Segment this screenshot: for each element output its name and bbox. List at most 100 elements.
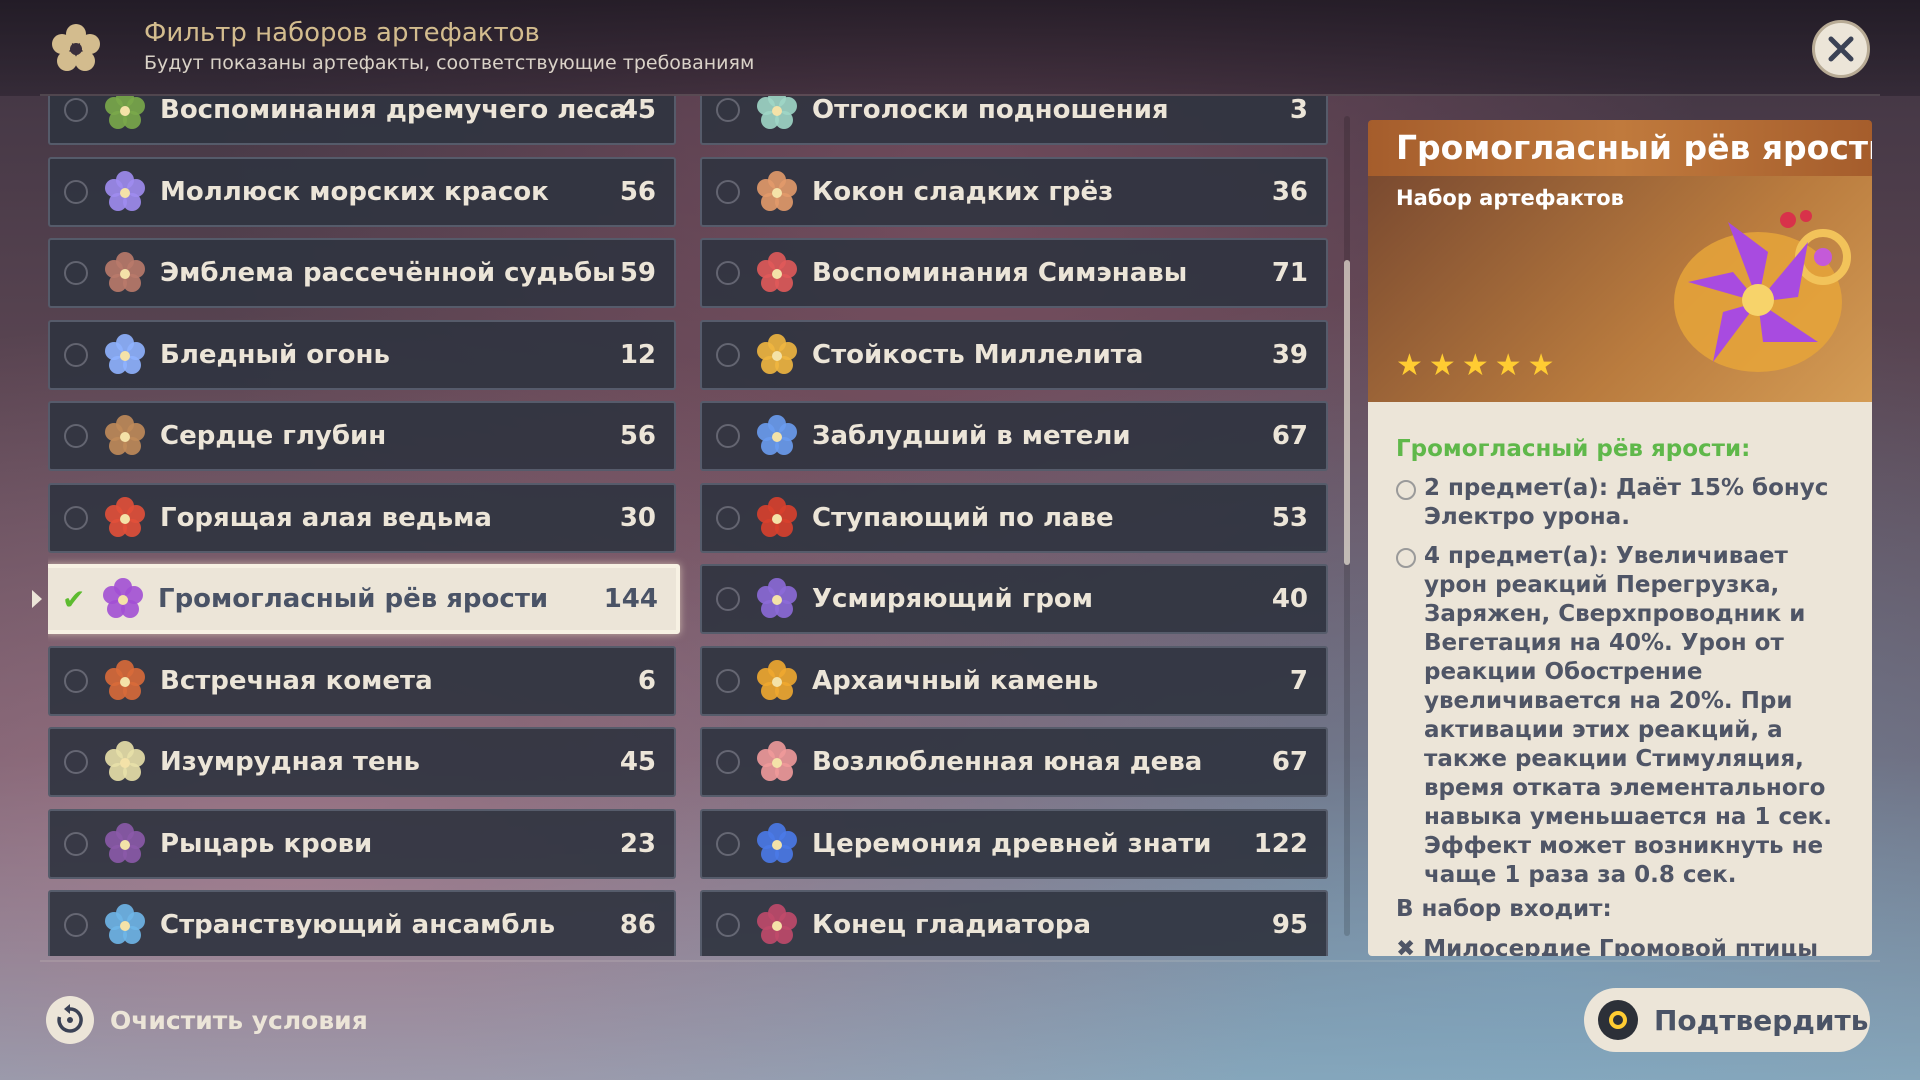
- selection-arrow-icon: [32, 590, 42, 608]
- bonus-4-text: 4 предмет(а): Увеличивает урон реакций П…: [1424, 543, 1833, 888]
- scrollbar-thumb[interactable]: [1344, 260, 1350, 565]
- select-radio[interactable]: [64, 98, 88, 122]
- page-subtitle: Будут показаны артефакты, соответствующи…: [144, 52, 755, 74]
- husk-flower-icon: [754, 169, 800, 215]
- select-radio[interactable]: [716, 505, 740, 530]
- set-row[interactable]: Сердце глубин 56: [48, 401, 676, 471]
- bonus-bullet-icon: [1396, 480, 1416, 500]
- set-name: Сердце глубин: [160, 421, 387, 451]
- select-radio[interactable]: [716, 750, 740, 774]
- set-name: Громогласный рёв ярости: [158, 584, 549, 614]
- select-radio[interactable]: [716, 424, 740, 448]
- set-count: 6: [637, 665, 656, 696]
- pale-flame-flower-icon: [102, 332, 148, 378]
- wanderers-troupe-flower-icon: [102, 902, 148, 948]
- select-radio[interactable]: [64, 179, 88, 204]
- select-radio[interactable]: [716, 179, 740, 204]
- select-radio[interactable]: [64, 668, 88, 693]
- set-name: Странствующий ансамбль: [160, 910, 556, 940]
- included-piece-name: Милосердие Громовой птицы: [1423, 936, 1819, 956]
- set-row[interactable]: Странствующий ансамбль 86: [48, 890, 676, 956]
- detail-hero: Набор артефактов ★ ★ ★ ★ ★: [1368, 176, 1872, 402]
- select-radio[interactable]: [64, 913, 88, 937]
- checkmark-icon[interactable]: ✔: [62, 583, 85, 616]
- set-name: Изумрудная тень: [160, 747, 420, 777]
- set-name: Горящая алая ведьма: [160, 502, 492, 533]
- select-radio[interactable]: [64, 424, 88, 448]
- crimson-witch-flower-icon: [102, 495, 148, 541]
- set-row[interactable]: Усмиряющий гром 40: [700, 564, 1328, 634]
- star-icon: ★: [1527, 348, 1555, 383]
- set-count: 45: [619, 96, 656, 125]
- set-name: Церемония древней знати: [812, 828, 1212, 859]
- select-radio[interactable]: [64, 505, 88, 530]
- thundering-fury-flower-icon: [1674, 210, 1851, 372]
- set-row[interactable]: Церемония древней знати 122: [700, 808, 1328, 879]
- set-name: Усмиряющий гром: [812, 584, 1094, 614]
- set-row[interactable]: Заблудший в метели 67: [700, 401, 1328, 471]
- select-radio[interactable]: [716, 342, 740, 367]
- star-icon: ★: [1494, 348, 1522, 383]
- set-count: 144: [603, 584, 658, 614]
- set-row[interactable]: Ступающий по лаве 53: [700, 482, 1328, 553]
- detail-type: Набор артефактов: [1396, 186, 1624, 210]
- select-radio[interactable]: [716, 913, 740, 937]
- set-count: 45: [619, 747, 656, 777]
- set-row[interactable]: Горящая алая ведьма 30: [48, 482, 676, 553]
- select-radio[interactable]: [716, 831, 740, 856]
- set-row[interactable]: Архаичный камень 7: [700, 645, 1328, 716]
- detail-title: Громогласный рёв ярости: [1396, 128, 1872, 167]
- set-name: Кокон сладких грёз: [812, 176, 1114, 207]
- retracing-bolide-flower-icon: [102, 658, 148, 704]
- star-icon: ★: [1461, 348, 1489, 383]
- set-row[interactable]: Встречная комета 6: [48, 645, 676, 716]
- set-row[interactable]: Отголоски подношения 3: [700, 96, 1328, 145]
- set-row[interactable]: Стойкость Миллелита 39: [700, 319, 1328, 390]
- set-row[interactable]: Моллюск морских красок 56: [48, 156, 676, 227]
- set-row[interactable]: Изумрудная тень 45: [48, 727, 676, 797]
- select-radio[interactable]: [716, 98, 740, 122]
- bonus-2-piece: 2 предмет(а): Даёт 15% бонус Электро уро…: [1396, 474, 1852, 532]
- bonus-4-piece: 4 предмет(а): Увеличивает урон реакций П…: [1396, 542, 1852, 890]
- set-row[interactable]: Эмблема рассечённой судьбы 59: [48, 238, 676, 308]
- confirm-button[interactable]: Подтвердить: [1584, 988, 1870, 1052]
- clear-conditions-label: Очистить условия: [110, 1005, 368, 1035]
- set-count: 12: [619, 339, 656, 370]
- close-icon: [1828, 36, 1854, 62]
- heart-of-depth-flower-icon: [102, 413, 148, 459]
- set-row[interactable]: Бледный огонь 12: [48, 319, 676, 390]
- set-row[interactable]: Возлюбленная юная дева 67: [700, 727, 1328, 797]
- artifact-set-list[interactable]: Воспоминания дремучего леса 45 Моллюск мор…: [48, 96, 1338, 956]
- header-bar: Фильтр наборов артефактов Будут показаны…: [0, 0, 1920, 96]
- set-row[interactable]: Воспоминания Симэнавы 71: [700, 238, 1328, 308]
- select-radio[interactable]: [64, 261, 88, 285]
- set-name: Отголоски подношения: [812, 96, 1169, 125]
- set-row[interactable]: Кокон сладких грёз 36: [700, 156, 1328, 227]
- page-title: Фильтр наборов артефактов: [144, 18, 540, 48]
- close-button[interactable]: [1812, 20, 1870, 78]
- select-radio[interactable]: [64, 342, 88, 367]
- set-count: 3: [1289, 96, 1308, 125]
- select-radio[interactable]: [716, 261, 740, 285]
- set-row[interactable]: ✔ Громогласный рёв ярости 144: [48, 564, 680, 634]
- set-name: Стойкость Миллелита: [812, 339, 1144, 370]
- shimenawa-flower-icon: [754, 250, 800, 296]
- confirm-circle-icon: [1598, 1000, 1638, 1040]
- set-row[interactable]: Конец гладиатора 95: [700, 890, 1328, 956]
- select-radio[interactable]: [716, 587, 740, 611]
- select-radio[interactable]: [64, 831, 88, 856]
- detail-body: Громогласный рёв ярости: 2 предмет(а): Д…: [1368, 402, 1872, 956]
- set-name: Моллюск морских красок: [160, 176, 549, 207]
- lavawalker-flower-icon: [754, 495, 800, 541]
- select-radio[interactable]: [64, 750, 88, 774]
- footer-divider: [40, 960, 1880, 962]
- set-count: 122: [1253, 828, 1308, 859]
- bonus-bullet-icon: [1396, 548, 1416, 568]
- clear-conditions-button[interactable]: Очистить условия: [46, 994, 368, 1046]
- set-name: Встречная комета: [160, 665, 433, 696]
- set-name: Рыцарь крови: [160, 828, 373, 859]
- millelith-flower-icon: [754, 332, 800, 378]
- set-row[interactable]: Воспоминания дремучего леса 45: [48, 96, 676, 145]
- select-radio[interactable]: [716, 668, 740, 693]
- set-row[interactable]: Рыцарь крови 23: [48, 808, 676, 879]
